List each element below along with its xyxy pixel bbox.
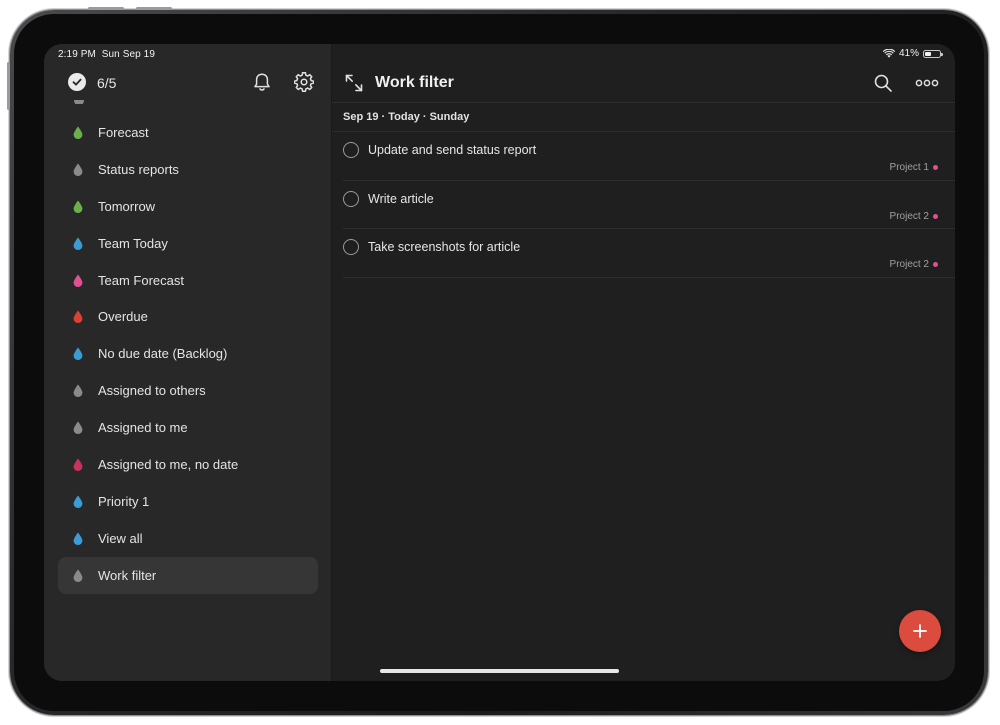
sidebar-item-label: Tomorrow [98,198,156,214]
sidebar-item-label: Assigned to others [98,383,206,399]
task-project-label: Project 2 [890,211,938,222]
sidebar-item-label: Team Today [98,235,168,251]
project-name: Project 1 [889,162,929,173]
sidebar-item-label: Priority 1 [98,493,150,509]
project-name: Project 2 [889,259,929,270]
sidebar-item-filter[interactable]: No due date (Backlog) [58,335,318,372]
project-color-dot [933,213,938,219]
task-complete-checkbox[interactable] [343,142,359,158]
drop-icon [71,532,84,545]
side-button [7,62,10,110]
scrolled-item-fragment [74,100,84,104]
drop-icon [71,495,84,508]
task-title[interactable]: Write article [368,192,434,206]
drop-icon [71,458,84,471]
date-section-header: Sep 19 · Today · Sunday [343,111,470,123]
status-date: Sun Sep 19 [101,49,155,60]
task-title[interactable]: Update and send status report [368,143,536,157]
drop-icon [71,310,84,324]
top-button-right [136,7,172,10]
status-bar-clock: 2:19 PM Sun Sep 19 [58,49,155,60]
sidebar-item-label: Overdue [98,309,148,325]
task-row[interactable]: Update and send status report Project 1 [332,132,955,181]
sidebar-item-label: Assigned to me [98,420,188,436]
drop-icon [71,237,84,250]
drop-icon [71,274,84,287]
sidebar-item-filter[interactable]: Assigned to me, no date [58,446,318,483]
drop-icon [71,163,84,176]
task-complete-checkbox[interactable] [343,239,359,255]
drop-icon [71,200,84,213]
expand-arrows-icon[interactable] [344,73,364,93]
page-title: Work filter [375,74,454,91]
task-row[interactable]: Take screenshots for article Project 2 [332,229,955,278]
more-dots-icon[interactable] [915,73,939,93]
filters-list: Forecast Status reports Tomorrow Team Today… [58,114,318,594]
task-list: Update and send status report Project 1 Wr… [332,132,955,278]
add-task-button[interactable] [899,610,941,652]
status-bar-right: 41% [882,48,943,59]
task-divider [343,276,955,278]
main-panel: Work filter Sep 19 · Today · Sunday Upda… [332,44,955,681]
sidebar-item-label: Work filter [98,567,157,583]
sidebar-item-filter[interactable]: Status reports [58,151,318,188]
status-time: 2:19 PM [58,49,96,60]
sidebar-item-label: Status reports [98,161,179,177]
sidebar-item-label: View all [98,530,143,546]
plus-icon [913,624,927,638]
sidebar-item-label: No due date (Backlog) [98,346,228,362]
sidebar-item-filter[interactable]: Tomorrow [58,188,318,225]
drop-icon [71,384,84,398]
home-indicator[interactable] [380,669,619,673]
sidebar-item-label: Assigned to me, no date [98,456,239,472]
sidebar-header: 6/5 [44,66,331,100]
sidebar-item-filter[interactable]: Assigned to others [58,372,318,409]
search-icon[interactable] [873,73,893,93]
sidebar-item-label: Team Forecast [98,272,184,288]
sidebar-item-filter[interactable]: View all [58,520,318,557]
sidebar-item-filter[interactable]: Team Forecast [58,262,318,299]
task-project-label: Project 2 [890,259,938,270]
battery-icon [923,49,943,58]
task-project-label: Project 1 [890,162,938,173]
sidebar-item-filter[interactable]: Forecast [58,114,318,151]
task-title[interactable]: Take screenshots for article [368,240,520,254]
top-button-left [88,7,124,10]
wifi-icon [882,49,895,58]
project-color-dot [933,165,938,170]
sidebar-item-filter[interactable]: Overdue [58,298,318,335]
battery-percent: 41% [898,48,919,59]
drop-icon [71,421,84,435]
sidebar: 6/5 Forecast Status reports Tomorrow Team T… [44,44,332,681]
drop-icon [71,569,84,582]
sidebar-item-filter[interactable]: Assigned to me [58,409,318,446]
task-complete-checkbox[interactable] [343,190,359,207]
project-color-dot [933,262,938,267]
main-header: Work filter [332,66,955,103]
sidebar-item-filter[interactable]: Priority 1 [58,483,318,520]
sidebar-item-filter[interactable]: Work filter [58,556,318,594]
bell-icon[interactable] [251,71,273,93]
karma-count[interactable]: 6/5 [97,75,116,91]
gear-icon[interactable] [293,71,315,93]
screen: 6/5 Forecast Status reports Tomorrow Team T… [44,44,955,681]
karma-check-icon[interactable] [68,73,86,91]
drop-icon [71,347,84,361]
task-row[interactable]: Write article Project 2 [332,181,955,229]
drop-icon [71,126,84,139]
project-name: Project 2 [889,210,929,222]
sidebar-item-label: Forecast [98,124,149,140]
sidebar-item-filter[interactable]: Team Today [58,225,318,262]
